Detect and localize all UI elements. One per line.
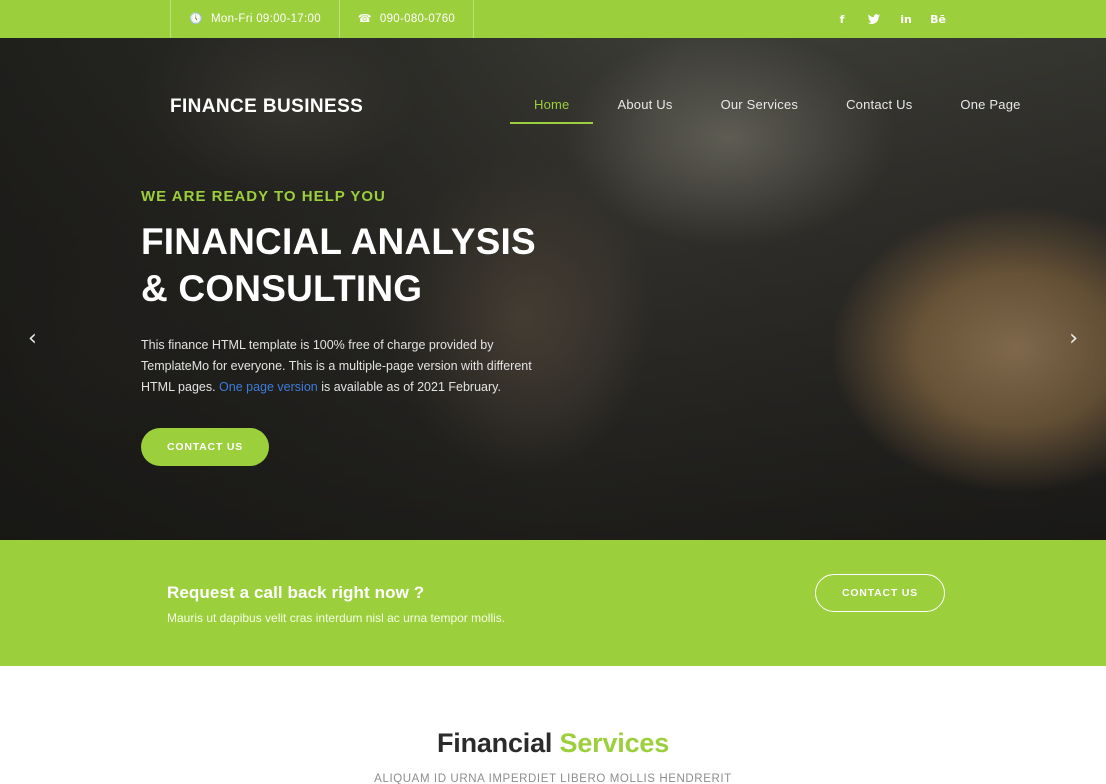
callback-subtitle: Mauris ut dapibus velit cras interdum ni… [167, 611, 506, 625]
business-hours: 🕔 Mon-Fri 09:00-17:00 [170, 0, 340, 38]
hero-text-block: WE ARE READY TO HELP YOU FINANCIAL ANALY… [141, 188, 661, 466]
hero-headline: FINANCIAL ANALYSIS & CONSULTING [141, 223, 661, 307]
hero-contact-us-button[interactable]: CONTACT US [141, 428, 270, 466]
phone-icon: ☎ [357, 12, 372, 25]
hero-kicker: WE ARE READY TO HELP YOU [141, 188, 386, 205]
services-section: Financial Services ALIQUAM ID URNA IMPER… [0, 666, 1106, 784]
nav-item-our-services[interactable]: Our Services [697, 94, 823, 124]
callback-title: Request a call back right now ? [167, 583, 425, 602]
nav-item-about-us[interactable]: About Us [593, 94, 696, 124]
top-bar: 🕔 Mon-Fri 09:00-17:00 ☎ 090-080-0760 f i… [0, 0, 1106, 38]
phone-number-text: 090-080-0760 [379, 13, 456, 25]
hero-content: FINANCE BUSINESS Home About Us Our Servi… [0, 38, 1106, 540]
services-title-accent: Services [559, 728, 670, 758]
hero-headline-line2: & CONSULTING [141, 268, 423, 309]
top-bar-info-group: 🕔 Mon-Fri 09:00-17:00 ☎ 090-080-0760 [170, 0, 475, 38]
twitter-icon[interactable] [866, 11, 882, 27]
nav-item-contact-us[interactable]: Contact Us [822, 94, 936, 124]
twitter-bird-icon [868, 14, 880, 24]
main-navigation: Home About Us Our Services Contact Us On… [510, 94, 1045, 124]
services-subtitle: ALIQUAM ID URNA IMPERDIET LIBERO MOLLIS … [374, 773, 732, 784]
social-links: f in Bē [834, 11, 946, 27]
linkedin-icon[interactable]: in [898, 11, 914, 27]
hero-section: ‹ › FINANCE BUSINESS Home About Us Our S… [0, 38, 1106, 540]
hero-headline-line1: FINANCIAL ANALYSIS [141, 221, 536, 262]
callback-band: Request a call back right now ? Mauris u… [0, 540, 1106, 666]
business-hours-text: Mon-Fri 09:00-17:00 [211, 13, 321, 25]
behance-icon[interactable]: Bē [930, 11, 946, 27]
services-title-plain: Financial [436, 728, 560, 758]
carousel-prev-arrow[interactable]: ‹ [28, 326, 37, 351]
phone-number[interactable]: ☎ 090-080-0760 [340, 0, 475, 38]
site-logo[interactable]: FINANCE BUSINESS [170, 96, 363, 118]
nav-item-one-page[interactable]: One Page [936, 94, 1044, 124]
one-page-version-link[interactable]: One page version [219, 380, 318, 394]
hero-paragraph-part2: is available as of 2021 February. [317, 380, 501, 394]
carousel-next-arrow[interactable]: › [1069, 326, 1078, 351]
clock-icon: 🕔 [189, 12, 203, 25]
nav-item-home[interactable]: Home [510, 94, 594, 124]
facebook-icon[interactable]: f [834, 11, 850, 27]
callback-contact-us-button[interactable]: CONTACT US [814, 574, 945, 612]
hero-paragraph: This finance HTML template is 100% free … [141, 335, 541, 398]
services-title: Financial Services [0, 728, 1106, 759]
